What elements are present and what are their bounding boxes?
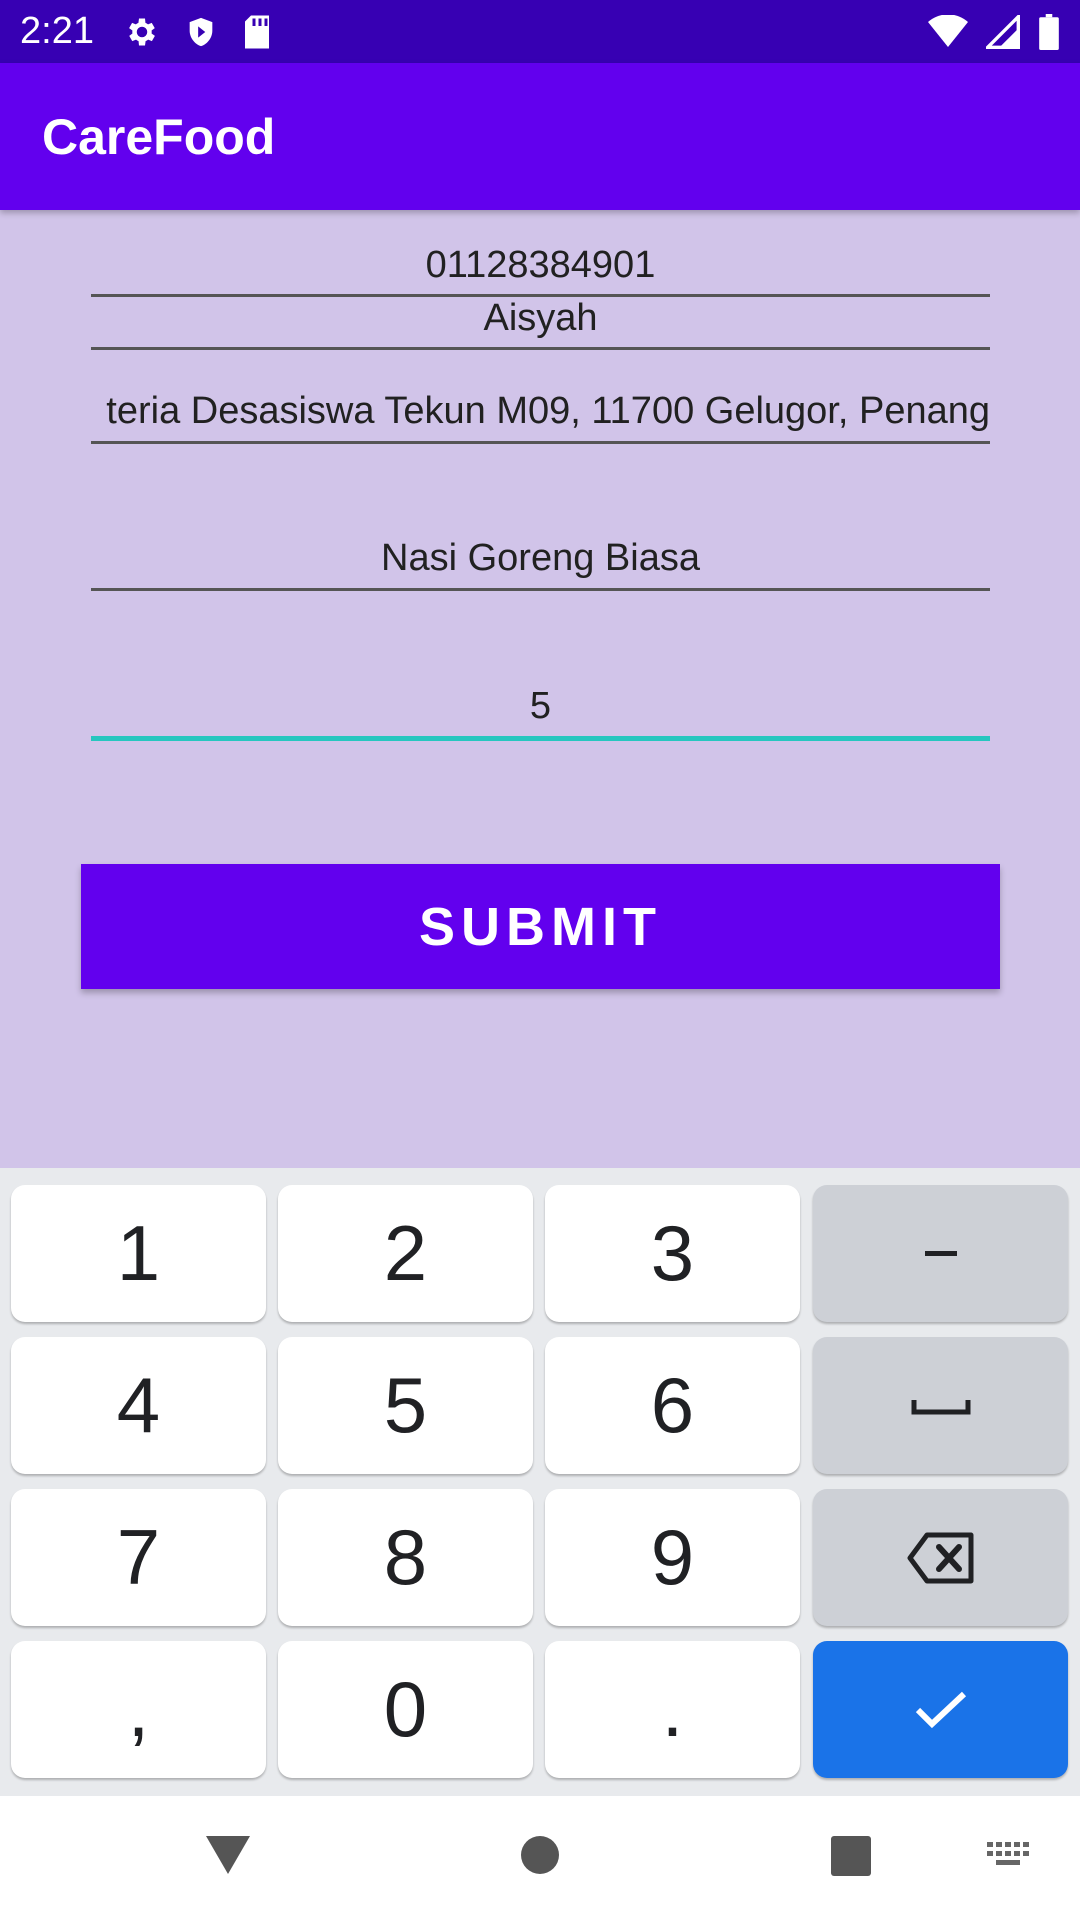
status-bar: 2:21 <box>0 0 1080 63</box>
back-triangle-icon[interactable] <box>206 1836 250 1880</box>
key-minus[interactable] <box>813 1185 1068 1322</box>
key-3[interactable]: 3 <box>545 1185 800 1322</box>
home-circle-icon[interactable] <box>521 1836 559 1878</box>
navigation-bar <box>0 1796 1080 1920</box>
address-field[interactable]: teria Desasiswa Tekun M09, 11700 Gelugor… <box>91 385 990 444</box>
quantity-field[interactable]: 5 <box>91 680 990 741</box>
food-field[interactable]: Nasi Goreng Biasa <box>91 532 990 591</box>
status-time: 2:21 <box>20 10 94 52</box>
battery-icon <box>1038 13 1060 50</box>
phone-field[interactable]: 01128384901 <box>91 240 990 297</box>
key-space[interactable] <box>813 1337 1068 1474</box>
signal-icon <box>986 14 1020 49</box>
key-2[interactable]: 2 <box>278 1185 533 1322</box>
key-enter[interactable] <box>813 1641 1068 1778</box>
key-8[interactable]: 8 <box>278 1489 533 1626</box>
backspace-icon <box>907 1532 973 1583</box>
checkmark-icon <box>915 1691 966 1728</box>
key-9[interactable]: 9 <box>545 1489 800 1626</box>
submit-button[interactable]: SUBMIT <box>81 864 1000 989</box>
app-title: CareFood <box>42 108 276 165</box>
key-7[interactable]: 7 <box>11 1489 266 1626</box>
key-6[interactable]: 6 <box>545 1337 800 1474</box>
numeric-keyboard: 1 2 3 4 5 6 7 8 9 , 0 . <box>0 1168 1080 1796</box>
wifi-icon <box>928 14 968 49</box>
key-period[interactable]: . <box>545 1641 800 1778</box>
key-comma[interactable]: , <box>11 1641 266 1778</box>
space-bar-icon <box>911 1399 970 1414</box>
sd-card-icon <box>242 14 272 50</box>
gear-icon <box>124 14 160 50</box>
key-5[interactable]: 5 <box>278 1337 533 1474</box>
key-1[interactable]: 1 <box>11 1185 266 1322</box>
key-4[interactable]: 4 <box>11 1337 266 1474</box>
recents-square-icon[interactable] <box>831 1836 871 1880</box>
app-bar: CareFood <box>0 63 1080 210</box>
name-field[interactable]: Aisyah <box>91 297 990 350</box>
key-0[interactable]: 0 <box>278 1641 533 1778</box>
minus-icon <box>924 1251 957 1256</box>
key-backspace[interactable] <box>813 1489 1068 1626</box>
keyboard-switch-icon[interactable] <box>987 1842 1029 1876</box>
shield-icon <box>184 14 218 50</box>
